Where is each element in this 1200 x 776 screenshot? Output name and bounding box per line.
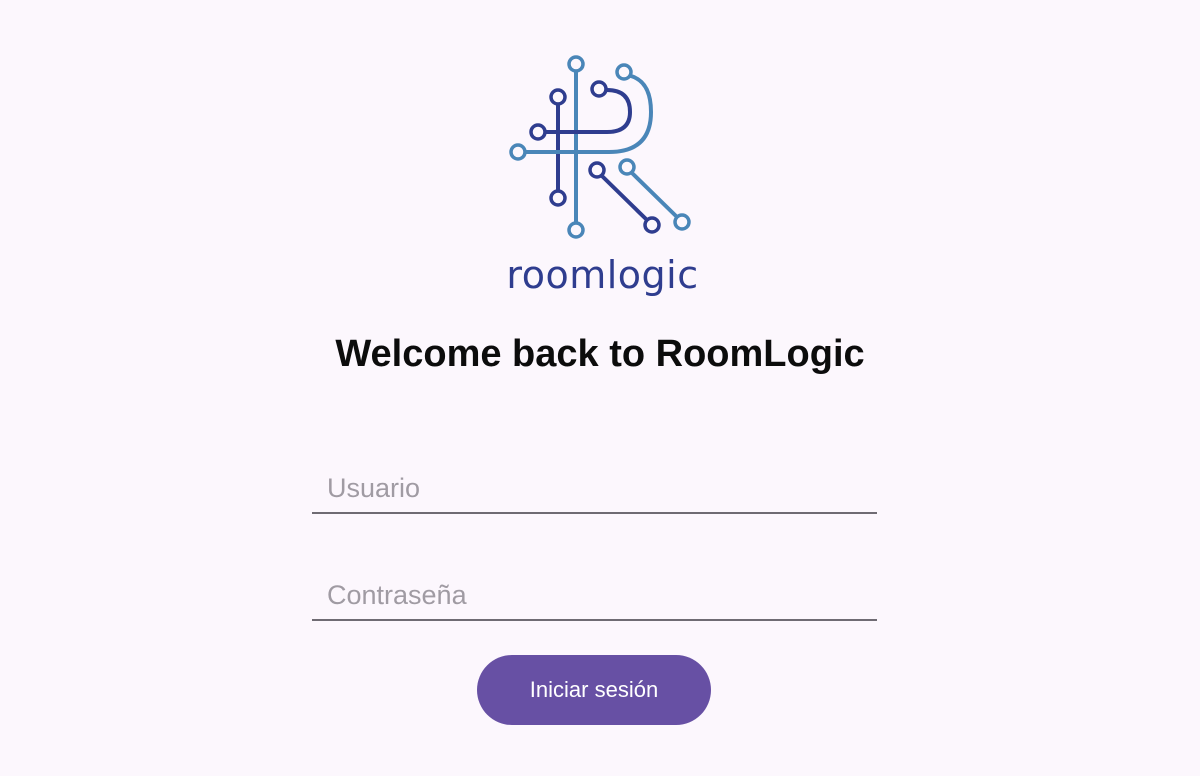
login-button[interactable]: Iniciar sesión	[477, 655, 711, 725]
page-title: Welcome back to RoomLogic	[335, 333, 865, 375]
logo-wordmark: roomlogic	[506, 253, 699, 297]
circuit-r-logo-icon	[509, 55, 691, 239]
app-logo: roomlogic	[495, 50, 710, 300]
username-field-container	[312, 468, 877, 514]
username-input[interactable]	[312, 468, 877, 512]
password-input[interactable]	[312, 575, 877, 619]
password-field-container	[312, 575, 877, 621]
